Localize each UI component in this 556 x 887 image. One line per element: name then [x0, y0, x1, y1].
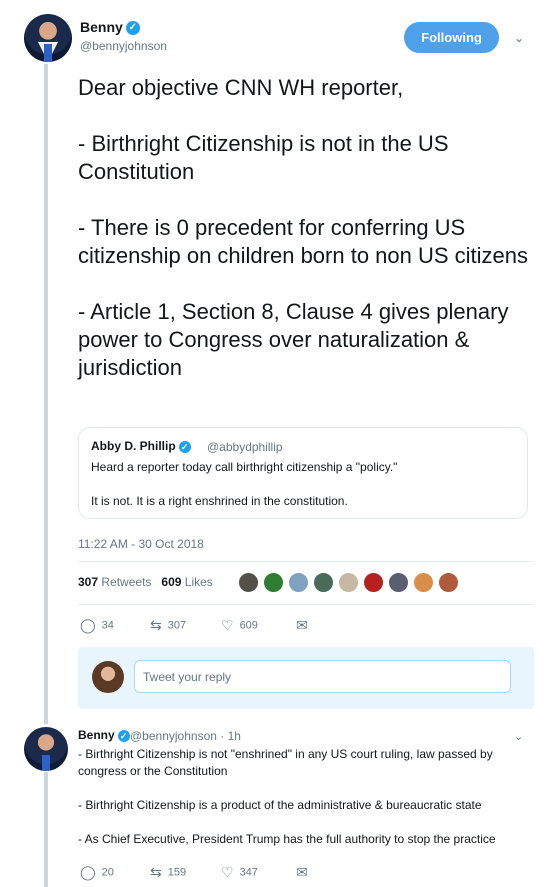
liker-avatar[interactable]: [388, 572, 409, 593]
reply-author-handle[interactable]: @bennyjohnson · 1h: [130, 729, 241, 743]
thread-line: [44, 64, 48, 724]
verified-icon: ✓: [178, 440, 191, 453]
tweet-text: Dear objective CNN WH reporter, - Birthr…: [78, 74, 538, 410]
reply-count: 20: [101, 866, 114, 879]
tweet-paragraph: - There is 0 precedent for conferring US…: [78, 215, 529, 268]
like-action[interactable]: ♡ 347: [221, 864, 258, 881]
retweets-count[interactable]: 307: [78, 575, 98, 589]
reply-count: 34: [101, 619, 114, 632]
likes-label[interactable]: Likes: [185, 575, 213, 589]
likes-count[interactable]: 609: [161, 575, 181, 589]
tweet-paragraph: - Article 1, Section 8, Clause 4 gives p…: [78, 299, 509, 380]
retweet-count: 159: [167, 866, 187, 879]
following-button[interactable]: Following: [404, 22, 499, 53]
quoted-tweet[interactable]: Abby D. Phillip ✓ @abbydphillip Heard a r…: [78, 427, 528, 519]
liker-avatar[interactable]: [263, 572, 284, 593]
like-icon: ♡: [221, 617, 234, 633]
quote-text-line: Heard a reporter today call birthright c…: [91, 460, 398, 474]
liker-avatar[interactable]: [338, 572, 359, 593]
liker-avatar[interactable]: [288, 572, 309, 593]
author-name[interactable]: Benny: [80, 19, 123, 35]
quote-author-handle: @abbydphillip: [207, 440, 283, 454]
reply-icon: ◯: [80, 617, 96, 633]
author-name-row[interactable]: Benny ✓: [80, 19, 140, 36]
liker-avatar[interactable]: [438, 572, 459, 593]
reply-icon: ◯: [80, 864, 96, 880]
tweet-stats: 307 Retweets 609 Likes: [78, 575, 213, 589]
reply-paragraph: - Birthright Citizenship is a product of…: [78, 798, 482, 812]
divider: [78, 604, 534, 605]
like-icon: ♡: [221, 864, 234, 880]
quote-text-line: It is not. It is a right enshrined in th…: [91, 494, 348, 508]
reply-author-name[interactable]: Benny: [78, 728, 115, 742]
author-avatar[interactable]: [24, 14, 72, 62]
verified-icon: ✓: [125, 21, 140, 36]
current-user-avatar: [92, 661, 124, 693]
retweet-icon: ⇆: [150, 864, 162, 880]
tweet-timestamp[interactable]: 11:22 AM - 30 Oct 2018: [78, 537, 204, 551]
tweet-paragraph: - Birthright Citizenship is not in the U…: [78, 131, 449, 184]
reply-paragraph: - Birthright Citizenship is not "enshrin…: [78, 747, 493, 778]
divider: [78, 561, 534, 562]
liker-avatar[interactable]: [363, 572, 384, 593]
like-count: 347: [239, 866, 258, 879]
thread-line-bottom: [44, 772, 48, 887]
retweet-count: 307: [167, 619, 187, 632]
retweet-icon: ⇆: [150, 617, 162, 633]
reply-composer: Tweet your reply: [78, 647, 534, 709]
reply-action[interactable]: ◯ 34: [80, 617, 114, 634]
retweet-action[interactable]: ⇆ 159: [150, 864, 186, 881]
reply-author-name-row[interactable]: Benny ✓: [78, 728, 130, 742]
message-icon: ✉: [296, 864, 308, 880]
quote-name-row: Abby D. Phillip ✓: [91, 439, 191, 453]
like-count: 609: [239, 619, 258, 632]
liker-avatar[interactable]: [413, 572, 434, 593]
quote-author-name: Abby D. Phillip: [91, 439, 176, 453]
direct-message-action[interactable]: ✉: [296, 864, 314, 881]
liker-avatar[interactable]: [313, 572, 334, 593]
reply-author-avatar[interactable]: [24, 727, 68, 771]
like-action[interactable]: ♡ 609: [221, 617, 258, 634]
message-icon: ✉: [296, 617, 308, 633]
caret-down-icon[interactable]: ⌄: [514, 31, 524, 45]
caret-down-icon[interactable]: ⌄: [514, 730, 523, 743]
retweet-action[interactable]: ⇆ 307: [150, 617, 186, 634]
verified-icon: ✓: [117, 729, 130, 742]
reply-paragraph: - As Chief Executive, President Trump ha…: [78, 832, 496, 846]
author-handle[interactable]: @bennyjohnson: [80, 39, 167, 53]
direct-message-action[interactable]: ✉: [296, 617, 314, 634]
retweets-label[interactable]: Retweets: [101, 575, 151, 589]
reply-input[interactable]: Tweet your reply: [134, 660, 511, 693]
reply-text: - Birthright Citizenship is not "enshrin…: [78, 746, 538, 865]
reply-action[interactable]: ◯ 20: [80, 864, 114, 881]
tweet-paragraph: Dear objective CNN WH reporter,: [78, 75, 404, 100]
liker-avatar[interactable]: [238, 572, 259, 593]
